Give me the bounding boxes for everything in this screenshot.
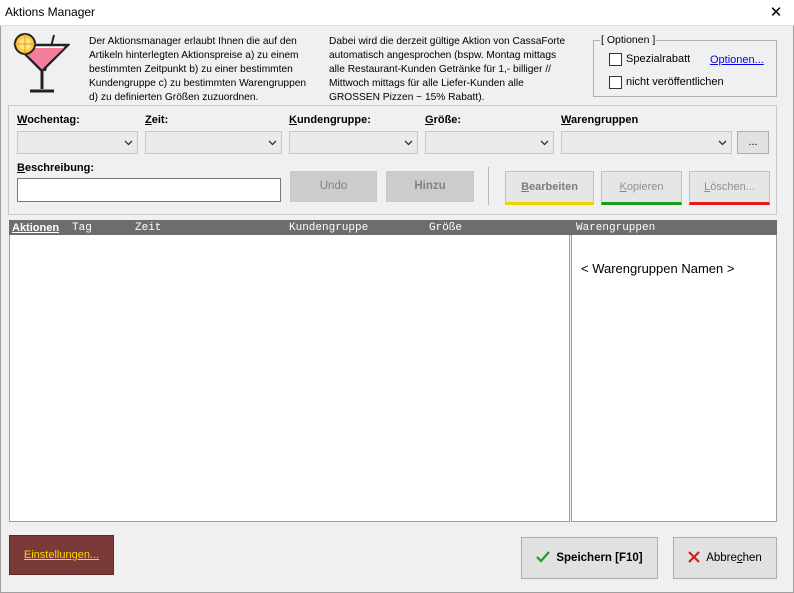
column-header-kundengruppe[interactable]: Kundengruppe: [289, 222, 368, 234]
groesse-select[interactable]: [425, 131, 554, 154]
kundengruppe-label: Kundengruppe:: [289, 114, 371, 126]
column-header-tag[interactable]: Tag: [72, 222, 92, 234]
column-header-groesse[interactable]: Größe: [429, 222, 462, 234]
chevron-down-icon: [124, 140, 133, 146]
intro-text-left: Der Aktionsmanager erlaubt Ihnen die auf…: [89, 36, 307, 103]
warengruppen-browse-button[interactable]: ...: [737, 131, 769, 154]
groesse-label: Größe:: [425, 114, 462, 126]
cocktail-icon: [12, 33, 70, 93]
column-header-aktionen[interactable]: Aktionen: [12, 222, 59, 234]
zeit-select[interactable]: [145, 131, 282, 154]
beschreibung-input[interactable]: [17, 178, 281, 202]
nicht-veroeffentlichen-label: nicht veröffentlichen: [626, 76, 724, 88]
close-button[interactable]: ✕: [758, 0, 794, 26]
loeschen-button[interactable]: Löschen...: [689, 171, 770, 205]
optionen-link[interactable]: Optionen...: [710, 54, 764, 66]
beschreibung-label: Beschreibung:: [17, 162, 95, 174]
nicht-veroeffentlichen-checkbox[interactable]: [609, 76, 622, 89]
speichern-button[interactable]: Speichern [F10]: [521, 537, 658, 579]
chevron-down-icon: [404, 140, 413, 146]
intro-text-right: Dabei wird die derzeit gültige Aktion vo…: [329, 36, 566, 103]
warengruppen-label: Warengruppen: [561, 114, 639, 126]
checkmark-icon: [536, 551, 551, 563]
wochentag-select[interactable]: [17, 131, 138, 154]
spezialrabatt-checkbox[interactable]: [609, 53, 622, 66]
kundengruppe-select[interactable]: [289, 131, 418, 154]
options-legend: [ Optionen ]: [600, 34, 657, 46]
bearbeiten-button[interactable]: Bearbeiten: [505, 171, 594, 205]
warengruppen-panel[interactable]: [571, 235, 777, 522]
column-header-zeit[interactable]: Zeit: [135, 222, 161, 234]
cross-icon: [688, 551, 700, 563]
column-header-warengruppen[interactable]: Warengruppen: [576, 222, 655, 234]
aktionen-grid[interactable]: [9, 235, 570, 522]
kopieren-button[interactable]: Kopieren: [601, 171, 682, 205]
warengruppen-select[interactable]: [561, 131, 732, 154]
hinzu-button[interactable]: Hinzu: [386, 171, 474, 202]
window-title: Aktions Manager: [5, 5, 96, 19]
zeit-label: Zeit:: [145, 114, 169, 126]
chevron-down-icon: [268, 140, 277, 146]
undo-button[interactable]: Undo: [290, 171, 377, 202]
abbrechen-button[interactable]: Abbrechen: [673, 537, 777, 579]
chevron-down-icon: [718, 140, 727, 146]
wochentag-label: Wochentag:: [17, 114, 80, 126]
einstellungen-button[interactable]: Einstellungen...: [9, 535, 114, 575]
title-bar: [0, 0, 794, 26]
grid-header: [9, 220, 777, 235]
chevron-down-icon: [540, 140, 549, 146]
spezialrabatt-label: Spezialrabatt: [626, 53, 691, 65]
separator: [488, 167, 489, 205]
warengruppen-placeholder: < Warengruppen Namen >: [581, 261, 735, 276]
close-icon: ✕: [769, 4, 783, 21]
